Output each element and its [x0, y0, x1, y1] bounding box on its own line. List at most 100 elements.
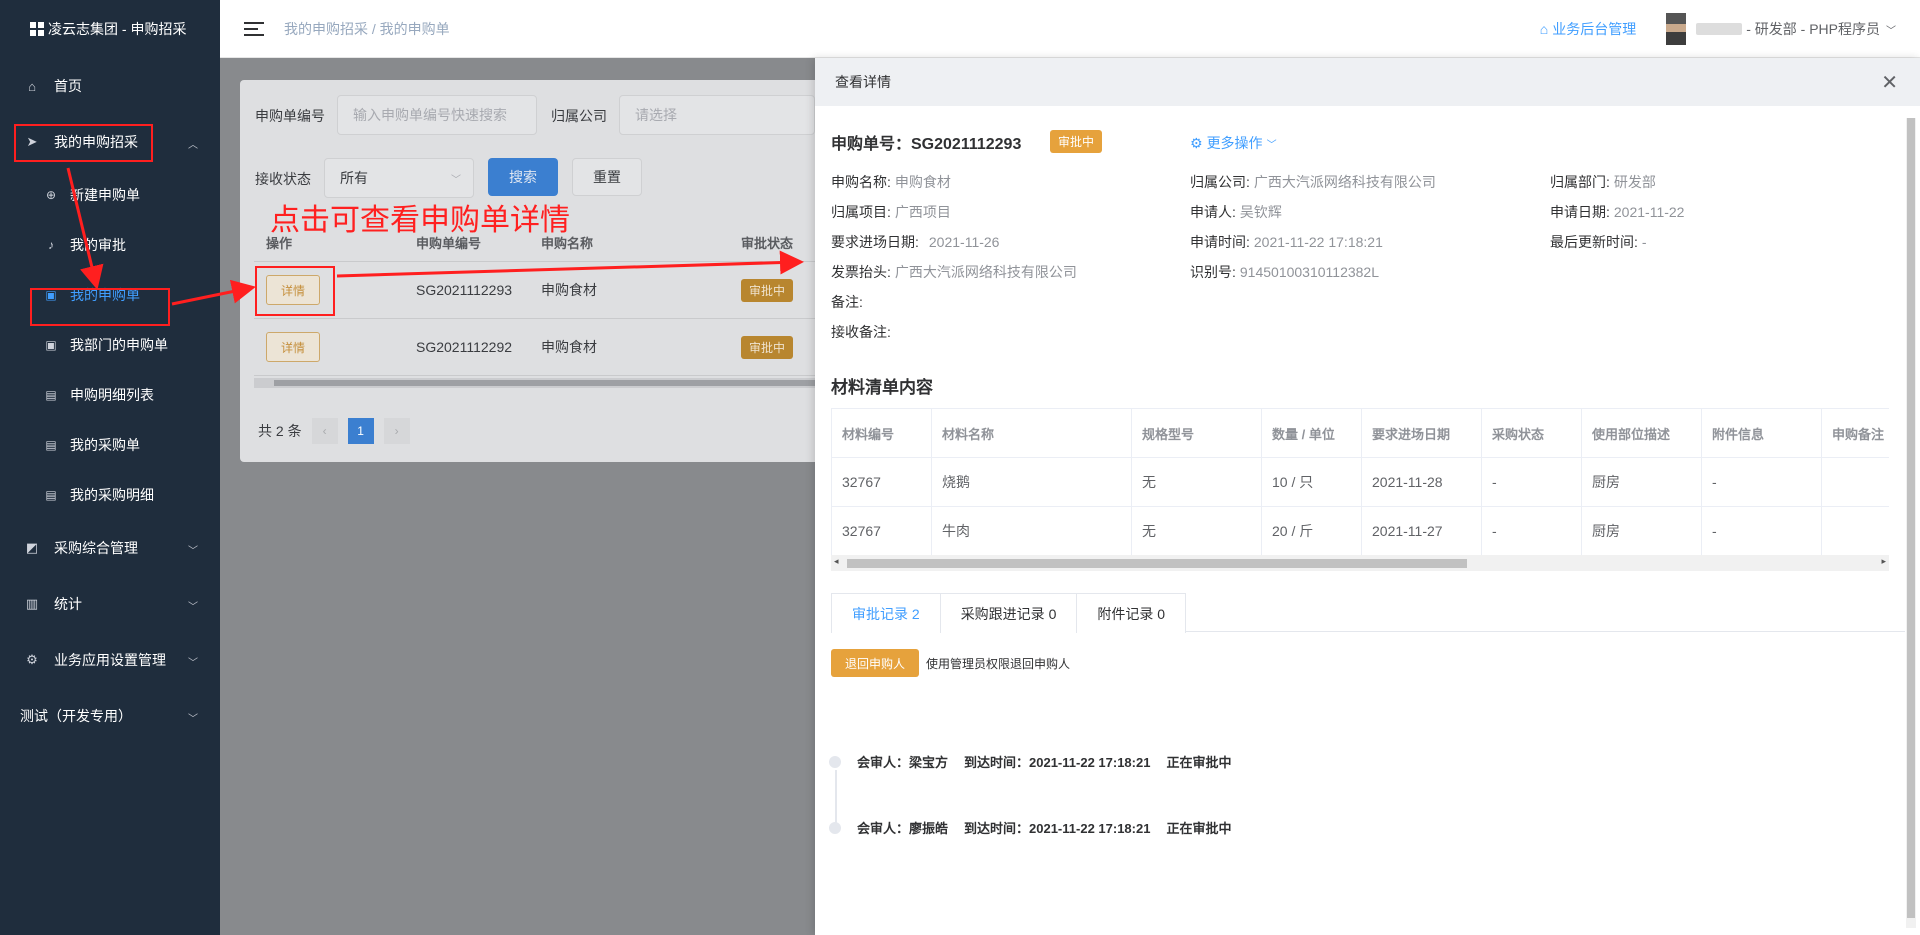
sidebar-item-label: 测试（开发专用） [20, 708, 132, 724]
field-key: 归属公司: [1190, 174, 1250, 190]
field-value: 吴钦辉 [1239, 204, 1282, 220]
sidebar-item-test[interactable]: 测试（开发专用） ﹀ [0, 688, 220, 744]
chevron-down-icon: ﹀ [188, 658, 198, 669]
field-key: 归属项目: [831, 204, 891, 220]
drawer-title: 查看详情 [835, 74, 891, 90]
field-key: 要求进场日期: [831, 234, 919, 250]
reviewer: 会审人：廖振皓 [857, 821, 949, 836]
table-cell: 2021-11-28 [1362, 458, 1482, 506]
table-cell: 厨房 [1582, 507, 1702, 555]
tab-approval-records[interactable]: 审批记录 2 [831, 593, 941, 633]
detail-drawer: 查看详情 ✕ 申购单号：SG2021112293 审批中 ⚙ 更多操作 ﹀ 申购… [815, 58, 1920, 935]
chart-line-icon: ◩ [25, 540, 39, 555]
field-key: 申请日期: [1550, 204, 1610, 220]
sidebar-item-label: 业务应用设置管理 [54, 652, 166, 668]
sidebar-item-procurement-detail[interactable]: ▤ 我的采购明细 [0, 470, 220, 520]
table-row: 32767 烧鹅 无 10 / 只 2021-11-28 - 厨房 - [832, 458, 1889, 507]
approval-state: 正在审批中 [1166, 755, 1232, 770]
return-to-applicant-button[interactable]: 退回申购人 [831, 649, 920, 677]
table-cell [1822, 507, 1889, 555]
tab-followup-records[interactable]: 采购跟进记录 0 [939, 593, 1078, 633]
page-number[interactable]: 1 [347, 418, 374, 444]
field-remark: 备注: [831, 294, 863, 310]
field-dept: 归属部门: 研发部 [1550, 172, 1656, 192]
approval-state: 正在审批中 [1166, 821, 1232, 836]
timeline-dot [829, 821, 841, 834]
chevron-down-icon[interactable]: ﹀ [1886, 22, 1896, 37]
field-key: 申请时间: [1190, 234, 1250, 250]
field-value: 广西大汽派网络科技有限公司 [894, 264, 1077, 280]
tab-attachment-records[interactable]: 附件记录 0 [1076, 593, 1187, 633]
column-header: 数量 / 单位 [1262, 409, 1362, 457]
table-cell: 32767 [832, 458, 932, 506]
drawer-scrollbar[interactable] [1906, 118, 1916, 928]
field-value: 申购食材 [894, 174, 951, 190]
field-value: 2021-11-22 [1613, 204, 1685, 220]
annotation-arrows [66, 167, 804, 306]
sidebar-item-procurement-mgmt[interactable]: ◩ 采购综合管理 ﹀ [0, 520, 220, 576]
field-entry-date: 要求进场日期: 2021-11-26 [831, 232, 999, 252]
field-tax-id: 识别号: 91450100310112382L [1190, 262, 1379, 282]
table-cell: 厨房 [1582, 458, 1702, 506]
column-header: 材料编号 [832, 409, 932, 457]
backend-link[interactable]: ⌂ 业务后台管理 [1540, 19, 1636, 39]
record-tabs: 审批记录 2 采购跟进记录 0 附件记录 0 [831, 593, 1905, 633]
column-header: 附件信息 [1702, 409, 1822, 457]
arrive-time: 到达时间：2021-11-22 17:18:21 [964, 755, 1151, 770]
arrow-to-my-orders [66, 167, 104, 290]
field-receive-remark: 接收备注: [831, 324, 891, 340]
field-project: 归属项目: 广西项目 [831, 202, 951, 222]
field-updated: 最后更新时间: - [1550, 232, 1647, 252]
field-invoice: 发票抬头: 广西大汽派网络科技有限公司 [831, 262, 1077, 282]
field-value: 2021-11-22 17:18:21 [1253, 234, 1383, 250]
field-key: 申购名称: [831, 174, 891, 190]
field-value: 广西项目 [894, 204, 951, 220]
table-cell: 烧鹅 [932, 458, 1132, 506]
user-info[interactable]: - 研发部 - PHP程序员 [1746, 19, 1880, 39]
status-badge: 审批中 [1050, 130, 1103, 153]
prev-page-button[interactable]: ‹ [311, 418, 338, 444]
sidebar-item-my-procurement[interactable]: ▤ 我的采购单 [0, 420, 220, 470]
field-name: 申购名称: 申购食材 [831, 172, 951, 192]
field-company: 归属公司: 广西大汽派网络科技有限公司 [1190, 172, 1436, 192]
next-page-button[interactable]: › [383, 418, 410, 444]
drawer-header: 查看详情 ✕ [815, 58, 1920, 106]
table-cell: 牛肉 [932, 507, 1132, 555]
order-number-title: 申购单号：SG2021112293 [831, 136, 1022, 153]
chevron-down-icon: ﹀ [1266, 139, 1277, 151]
avatar[interactable] [1666, 13, 1687, 45]
table-cell: 32767 [832, 507, 932, 555]
field-key: 最后更新时间: [1550, 234, 1638, 250]
timeline-item: 会审人：梁宝方 到达时间：2021-11-22 17:18:21 正在审批中 [829, 752, 1247, 771]
table-cell: - [1482, 458, 1582, 506]
close-icon[interactable]: ✕ [1881, 70, 1898, 95]
sidebar-item-app-settings[interactable]: ⚙ 业务应用设置管理 ﹀ [0, 632, 220, 688]
scroll-left-icon[interactable]: ◂ [834, 556, 839, 567]
table-cell: 无 [1132, 507, 1262, 555]
table-cell [1822, 458, 1889, 506]
field-value: - [1641, 234, 1647, 250]
sidebar-item-label: 我的采购明细 [70, 487, 154, 503]
field-value: 研发部 [1613, 174, 1656, 190]
sidebar-item-stats[interactable]: ▥ 统计 ﹀ [0, 576, 220, 632]
column-header: 使用部位描述 [1582, 409, 1702, 457]
materials-scrollbar[interactable]: ◂ ▸ [831, 555, 1889, 571]
materials-table: 材料编号 材料名称 规格型号 数量 / 单位 要求进场日期 采购状态 使用部位描… [831, 408, 1889, 556]
column-header: 要求进场日期 [1362, 409, 1482, 457]
gear-icon: ⚙ [1190, 134, 1203, 151]
timeline-dot [829, 755, 841, 768]
scroll-right-icon[interactable]: ▸ [1881, 556, 1886, 567]
table-cell: 10 / 只 [1262, 458, 1362, 506]
clipboard-list-icon: ▤ [45, 488, 57, 502]
field-key: 发票抬头: [831, 264, 891, 280]
table-row: 32767 牛肉 无 20 / 斤 2021-11-27 - 厨房 - [832, 507, 1889, 556]
return-hint: 使用管理员权限退回申购人 [926, 657, 1071, 671]
table-cell: - [1702, 507, 1822, 555]
table-cell: - [1702, 458, 1822, 506]
chevron-down-icon: ﹀ [188, 602, 198, 613]
gear-icon: ⚙ [26, 652, 38, 667]
arrow-to-drawer [336, 250, 804, 278]
more-actions-dropdown[interactable]: ⚙ 更多操作 ﹀ [1190, 133, 1277, 153]
sidebar-item-label: 采购综合管理 [54, 540, 138, 556]
table-cell: 无 [1132, 458, 1262, 506]
